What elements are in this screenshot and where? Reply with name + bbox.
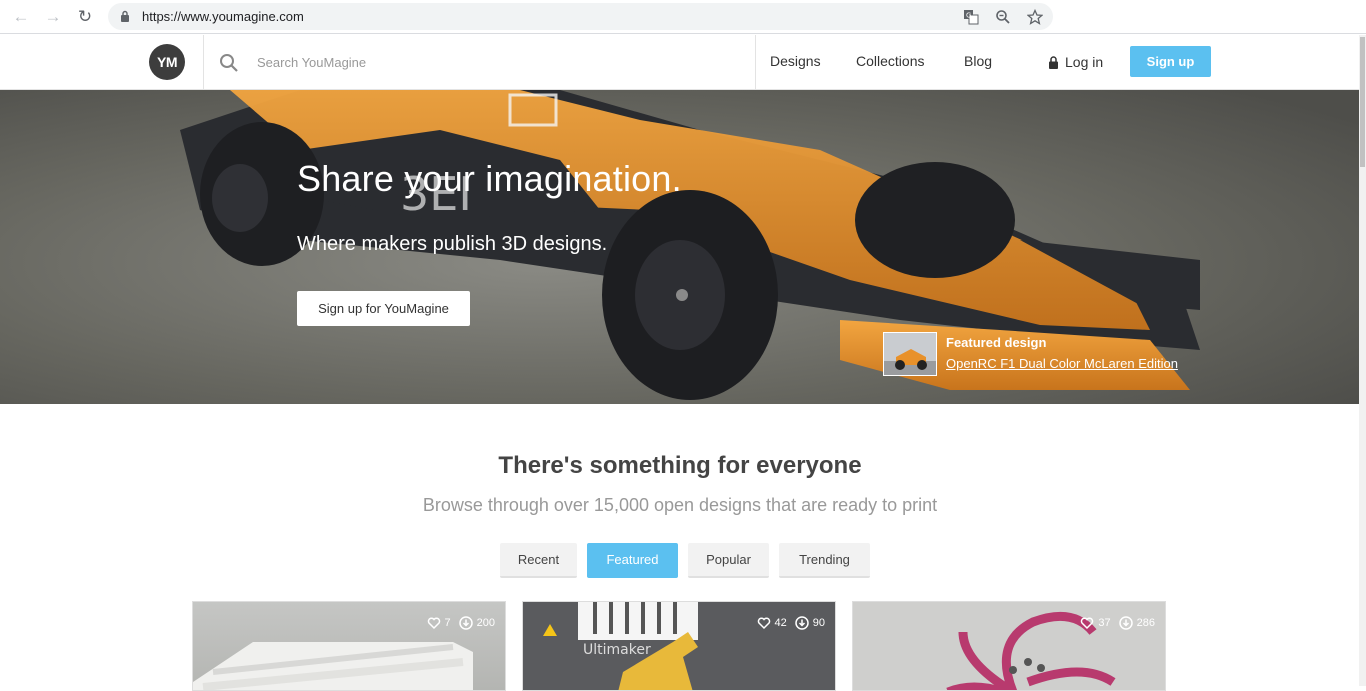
hero-title: Share your imagination. (297, 158, 682, 199)
forward-icon[interactable]: → (42, 6, 64, 28)
design-card[interactable]: 7 200 (192, 601, 506, 691)
nav-blog[interactable]: Blog (964, 53, 992, 69)
translate-icon[interactable]: G (961, 7, 981, 27)
section-title: There's something for everyone (498, 452, 862, 479)
zoom-icon[interactable] (993, 7, 1013, 27)
download-icon[interactable] (458, 616, 473, 630)
address-bar[interactable]: https://www.youmagine.com G (108, 3, 1053, 30)
nav-collections[interactable]: Collections (856, 53, 924, 69)
padlock-icon (1049, 55, 1058, 69)
download-icon[interactable] (1118, 616, 1133, 630)
search-icon (220, 54, 238, 72)
youmagine-logo[interactable]: YM (149, 44, 185, 80)
reload-icon[interactable]: ↻ (74, 6, 96, 28)
tab-recent[interactable]: Recent (500, 543, 577, 578)
bookmark-star-icon[interactable] (1025, 7, 1045, 27)
heart-icon[interactable] (757, 616, 771, 630)
design-card[interactable]: Ultimaker 42 90 (522, 601, 836, 691)
heart-icon[interactable] (427, 616, 441, 630)
search-input[interactable] (248, 51, 738, 73)
card-stats: 7 200 (427, 616, 495, 630)
section-subtitle: Browse through over 15,000 open designs … (422, 495, 938, 515)
tab-popular[interactable]: Popular (688, 543, 769, 578)
header-divider (755, 35, 756, 89)
hero-banner: 3EI Share your imagination. Where makers… (0, 90, 1360, 404)
signup-button[interactable]: Sign up (1130, 46, 1211, 77)
featured-design-label: Featured design (946, 335, 1047, 350)
hero-signup-button[interactable]: Sign up for YouMagine (297, 291, 470, 326)
featured-design-thumbnail[interactable] (883, 332, 937, 376)
design-card[interactable]: 37 286 (852, 601, 1166, 691)
downloads-count: 90 (812, 617, 825, 629)
nav-designs[interactable]: Designs (770, 53, 821, 69)
site-header: YM Designs Collections Blog Log in Sign … (0, 35, 1360, 90)
lock-icon (121, 10, 129, 22)
url-text[interactable]: https://www.youmagine.com (142, 9, 304, 24)
download-icon[interactable] (795, 616, 809, 630)
tab-featured[interactable]: Featured (587, 543, 678, 578)
page-scrollbar[interactable] (1359, 35, 1366, 686)
card-stats: 37 286 (1080, 616, 1155, 630)
svg-text:G: G (966, 12, 971, 20)
downloads-count: 200 (476, 617, 495, 629)
svg-text:Ultimaker: Ultimaker (583, 642, 651, 658)
back-icon[interactable]: ← (10, 6, 32, 28)
header-divider (203, 35, 204, 89)
likes-count: 42 (774, 617, 787, 629)
browser-toolbar: ← → ↻ https://www.youmagine.com G (0, 0, 1366, 34)
hero-subtitle: Where makers publish 3D designs. (297, 233, 608, 255)
heart-icon[interactable] (1080, 616, 1094, 630)
featured-car-thumb-icon (884, 333, 936, 375)
login-label: Log in (1065, 54, 1104, 70)
scrollbar-thumb[interactable] (1360, 37, 1365, 167)
card-stats: 42 90 (757, 616, 825, 630)
login-link[interactable]: Log in (1048, 54, 1103, 70)
downloads-count: 286 (1136, 617, 1155, 629)
featured-design-link[interactable]: OpenRC F1 Dual Color McLaren Edition (946, 356, 1178, 371)
likes-count: 37 (1098, 617, 1111, 629)
tab-trending[interactable]: Trending (779, 543, 870, 578)
likes-count: 7 (444, 617, 451, 629)
